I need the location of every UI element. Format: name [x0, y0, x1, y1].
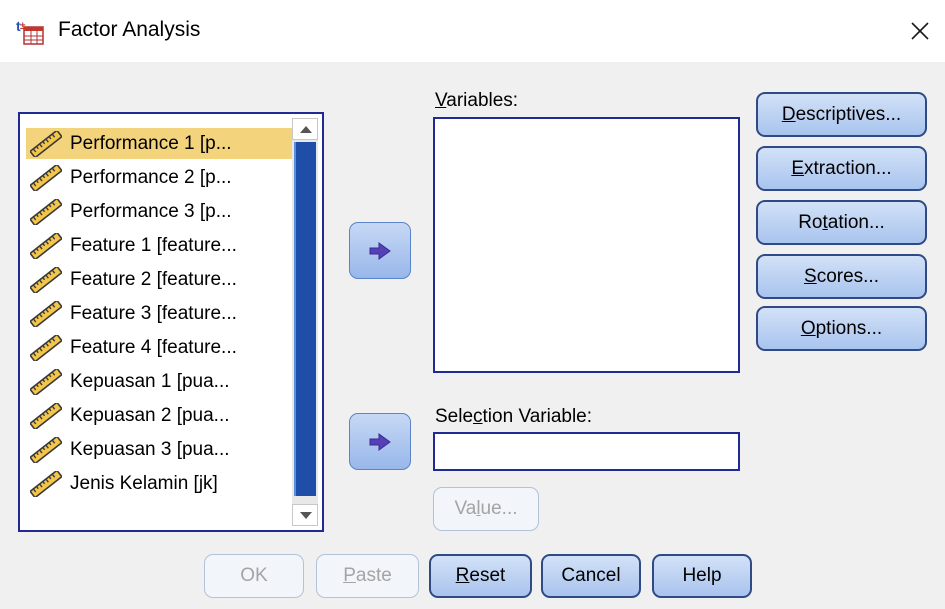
scores-button[interactable]: Scores...: [756, 254, 927, 299]
scroll-down-button[interactable]: [292, 504, 318, 526]
variable-label: Kepuasan 1 [pua...: [70, 370, 230, 392]
cancel-button[interactable]: Cancel: [541, 554, 641, 598]
list-item[interactable]: Kepuasan 1 [pua...: [26, 366, 306, 397]
scale-ruler-icon: [30, 403, 62, 429]
list-item[interactable]: Performance 3 [p...: [26, 196, 306, 227]
variable-label: Feature 2 [feature...: [70, 268, 237, 290]
move-to-variables-button[interactable]: [349, 222, 411, 279]
variables-target-list[interactable]: [433, 117, 740, 373]
ok-button[interactable]: OK: [204, 554, 304, 598]
list-item[interactable]: Feature 1 [feature...: [26, 230, 306, 261]
rotation-button[interactable]: Ro t ation...: [756, 200, 927, 245]
list-item[interactable]: Feature 4 [feature...: [26, 332, 306, 363]
paste-button[interactable]: Paste: [316, 554, 419, 598]
close-icon[interactable]: [905, 14, 935, 46]
window-title: Factor Analysis: [58, 18, 201, 41]
scale-ruler-icon: [30, 233, 62, 259]
list-item[interactable]: Performance 1 [p...: [26, 128, 306, 159]
scale-ruler-icon: [30, 437, 62, 463]
extraction-button[interactable]: Extraction...: [756, 146, 927, 191]
scale-ruler-icon: [30, 369, 62, 395]
selection-variable-field[interactable]: [433, 432, 740, 471]
scale-ruler-icon: [30, 165, 62, 191]
scroll-thumb[interactable]: [294, 142, 316, 496]
caret-down-icon: [300, 512, 312, 519]
reset-button[interactable]: Reset: [429, 554, 532, 598]
scale-ruler-icon: [30, 267, 62, 293]
scale-ruler-icon: [30, 131, 62, 157]
list-item[interactable]: Jenis Kelamin [jk]: [26, 468, 306, 499]
list-item-partial: [26, 506, 306, 528]
variable-label: Kepuasan 2 [pua...: [70, 404, 230, 426]
descriptives-button[interactable]: Descriptives...: [756, 92, 927, 137]
variable-label: Kepuasan 3 [pua...: [70, 438, 230, 460]
variable-label: Performance 1 [p...: [70, 132, 232, 154]
list-item[interactable]: Feature 2 [feature...: [26, 264, 306, 295]
list-item[interactable]: Feature 3 [feature...: [26, 298, 306, 329]
list-item[interactable]: Kepuasan 2 [pua...: [26, 400, 306, 431]
variable-label: Feature 4 [feature...: [70, 336, 237, 358]
variable-label: Performance 3 [p...: [70, 200, 232, 222]
scale-ruler-icon: [30, 301, 62, 327]
variable-label: Feature 1 [feature...: [70, 234, 237, 256]
title-bar: t ± Factor Analysis: [0, 0, 945, 62]
scale-ruler-icon: [30, 520, 62, 528]
right-arrow-icon: [368, 432, 392, 452]
move-to-selection-variable-button[interactable]: [349, 413, 411, 470]
options-button[interactable]: Options...: [756, 306, 927, 351]
right-arrow-icon: [368, 241, 392, 261]
list-item[interactable]: Kepuasan 3 [pua...: [26, 434, 306, 465]
value-button[interactable]: Va l ue...: [433, 487, 539, 531]
scale-ruler-icon: [30, 335, 62, 361]
scale-ruler-icon: [30, 199, 62, 225]
source-variable-list[interactable]: Performance 1 [p... Performance 2 [p... …: [18, 112, 324, 532]
selection-variable-label: Selection Variable:: [435, 406, 593, 427]
list-scrollbar[interactable]: [292, 118, 318, 526]
variable-label: Feature 3 [feature...: [70, 302, 237, 324]
list-item[interactable]: Performance 2 [p...: [26, 162, 306, 193]
scale-ruler-icon: [30, 471, 62, 497]
variable-label: Performance 2 [p...: [70, 166, 232, 188]
caret-up-icon: [300, 126, 312, 133]
help-button[interactable]: Help: [652, 554, 752, 598]
variables-label: Variables:: [435, 90, 519, 111]
spss-table-icon: t ±: [16, 18, 44, 45]
variable-label: Jenis Kelamin [jk]: [70, 472, 218, 494]
svg-text:±: ±: [20, 21, 26, 32]
scroll-up-button[interactable]: [292, 118, 318, 140]
